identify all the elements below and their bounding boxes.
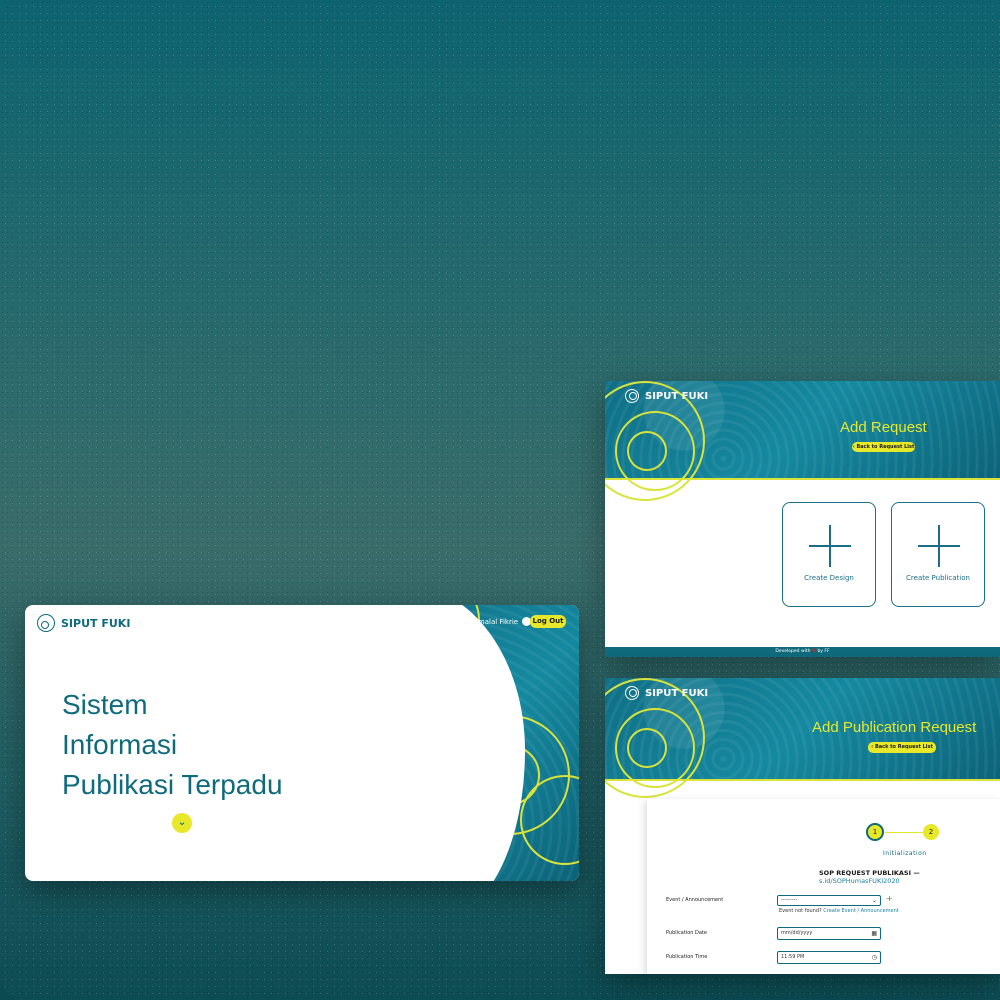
user-name: Fadlli Ajmalal Fikrie: [451, 617, 519, 626]
app-logo[interactable]: SIPUT FUKI: [37, 614, 130, 632]
back-button[interactable]: ‹ Back to Request List: [868, 742, 936, 753]
app-name: SIPUT FUKI: [61, 616, 131, 630]
plus-icon: [918, 545, 960, 547]
event-select-value: ---------: [781, 897, 798, 903]
app-name: SIPUT FUKI: [645, 687, 709, 699]
event-hint: Event not found? Create Event / Announce…: [779, 908, 899, 914]
step-1[interactable]: 1: [866, 823, 884, 841]
chevron-down-icon: ⌄: [871, 897, 877, 904]
sop-text: SOP REQUEST PUBLIKASI —: [819, 869, 920, 877]
back-label: Back to Request List: [856, 444, 915, 450]
sop-line: SOP REQUEST PUBLIKASI — s.id/SOPHumasFUK…: [819, 869, 1000, 885]
clock-icon: ◷: [871, 954, 877, 961]
user-info[interactable]: Fadlli Ajmalal Fikrie: [451, 617, 532, 626]
app-name: SIPUT FUKI: [645, 390, 709, 402]
app-logo[interactable]: SIPUT FUKI: [625, 389, 708, 403]
back-label: Back to Request List: [874, 744, 933, 750]
header-divider: [605, 478, 1000, 480]
date-label: Publication Date: [666, 930, 707, 936]
page-title: Add Publication Request: [812, 719, 977, 736]
add-publication-screenshot: SIPUT FUKI Add Publication Request ‹ Bac…: [605, 678, 1000, 974]
event-select[interactable]: --------- ⌄: [777, 895, 881, 906]
add-event-icon[interactable]: +: [886, 894, 893, 903]
app-logo[interactable]: SIPUT FUKI: [625, 686, 708, 700]
plus-icon: [809, 545, 851, 547]
publication-date-input[interactable]: mm/dd/yyyy ▦: [777, 927, 881, 940]
event-label: Event / Announcement: [666, 897, 724, 903]
sop-link[interactable]: s.id/SOPHumasFUKI2020: [819, 877, 900, 885]
step-2[interactable]: 2: [923, 824, 939, 840]
back-button[interactable]: ‹ Back to Request List: [852, 442, 915, 452]
footer-suffix: by FF: [817, 649, 830, 654]
wave-shape: [325, 605, 525, 881]
step-connector: [885, 832, 923, 833]
create-event-link[interactable]: Create Event / Announcement: [823, 908, 898, 914]
hero-line: Informasi: [62, 729, 178, 760]
heart-icon: ♥: [811, 649, 817, 654]
header-divider: [605, 779, 1000, 781]
step-label: Initialization: [883, 850, 927, 857]
landing-screenshot: SIPUT FUKI Fadlli Ajmalal Fikrie Log Out…: [25, 605, 579, 881]
create-publication-button[interactable]: Create Publication: [891, 502, 985, 607]
tile-label: Create Design: [804, 574, 854, 582]
snail-logo-icon: [625, 389, 639, 403]
add-request-screenshot: SIPUT FUKI Add Request ‹ Back to Request…: [605, 381, 1000, 657]
page-footer: Developed with ♥ by FF: [605, 647, 1000, 657]
calendar-icon: ▦: [871, 930, 877, 937]
chevron-down-icon[interactable]: ⌄: [172, 813, 192, 833]
hero-line: Sistem: [62, 689, 148, 720]
tile-label: Create Publication: [906, 574, 970, 582]
background: SIPUT FUKI Fadlli Ajmalal Fikrie Log Out…: [0, 0, 1000, 1000]
snail-logo-icon: [37, 614, 55, 632]
date-value: mm/dd/yyyy: [781, 930, 813, 936]
hero-line: Publikasi Terpadu: [62, 769, 283, 800]
time-value: 11:59 PM: [781, 954, 805, 960]
publication-form: 1 2 Initialization SOP REQUEST PUBLIKASI…: [647, 799, 1000, 974]
hero-title: Sistem Informasi Publikasi Terpadu: [62, 685, 283, 805]
logout-button[interactable]: Log Out: [530, 615, 566, 628]
page-title: Add Request: [840, 419, 927, 436]
publication-time-input[interactable]: 11:59 PM ◷: [777, 951, 881, 964]
footer-prefix: Developed with: [775, 649, 811, 654]
event-hint-text: Event not found?: [779, 908, 822, 914]
create-design-button[interactable]: Create Design: [782, 502, 876, 607]
time-label: Publication Time: [666, 954, 708, 960]
snail-logo-icon: [625, 686, 639, 700]
